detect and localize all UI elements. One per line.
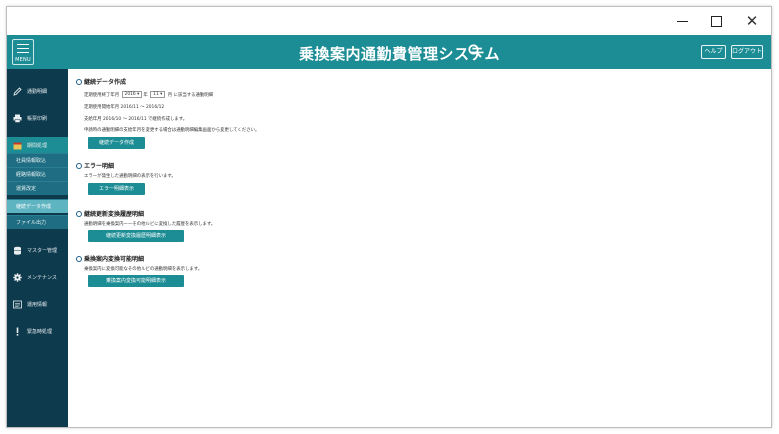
sidebar-item-period-processing[interactable]: 期間処理	[7, 137, 68, 153]
radio-icon	[76, 162, 82, 169]
sidebar-item-operation-info[interactable]: 運用情報	[7, 296, 68, 312]
sidebar-item-label: メンテナンス	[27, 274, 57, 281]
window-titlebar: ✕	[7, 7, 771, 35]
year-suffix: 年	[143, 93, 148, 98]
period-selector-row: 定期使用終了年月 2016 ▾ 年 11 ▾ 月 に該当する通勤明細	[84, 91, 213, 98]
section-heading: エラー明細	[84, 163, 115, 170]
main-content: 継続データ作成 定期使用終了年月 2016 ▾ 年 11 ▾ 月 に該当する通勤明…	[68, 69, 771, 427]
pencil-icon	[13, 86, 22, 96]
convertible-description: 乗換案内に変換可能なその他ルビの通勤明細を表示します。	[84, 267, 203, 272]
sidebar-item-master-management[interactable]: マスター管理	[7, 242, 68, 258]
sidebar-item-maintenance[interactable]: メンテナンス	[7, 269, 68, 285]
radio-icon	[76, 78, 82, 85]
section-title-errors: エラー明細	[76, 161, 114, 170]
search-icon	[468, 44, 482, 58]
show-history-button[interactable]: 継続更新変換履歴明細表示	[88, 230, 184, 242]
sidebar-item-label: マスター管理	[27, 247, 58, 254]
sidebar-item-commute-details[interactable]: 通勤明細	[7, 83, 68, 99]
section-title-convertible: 乗換案内変換可能明細	[76, 254, 144, 263]
sidebar-item-emergency-processing[interactable]: 緊急時処理	[7, 323, 68, 339]
exclamation-icon	[13, 327, 22, 336]
minimize-button[interactable]	[668, 11, 696, 31]
printer-icon	[13, 114, 22, 123]
month-select[interactable]: 11 ▾	[150, 91, 166, 98]
maximize-button[interactable]	[702, 11, 730, 31]
maximize-icon	[710, 15, 722, 27]
month-select-value: 11	[153, 92, 159, 97]
database-icon	[13, 246, 22, 255]
app-window: ✕ MENU 乗換案内通勤費管理システム ヘルプ ログアウト 通勤明細 帳票印刷	[6, 6, 772, 428]
year-select-value: 2016	[124, 92, 136, 97]
sidebar-item-label: 運用情報	[27, 301, 48, 308]
section-heading: 乗換案内変換可能明細	[84, 256, 145, 263]
sidebar-subitem-continuation-data[interactable]: 継続データ作成	[7, 199, 68, 213]
gear-icon	[13, 272, 22, 282]
show-errors-button[interactable]: エラー明細表示	[88, 183, 145, 195]
info-icon	[13, 300, 22, 309]
help-button[interactable]: ヘルプ	[701, 45, 726, 59]
section-title-continuation: 継続データ作成	[76, 77, 126, 86]
usage-start-text: 定期使用開始年月 2016/11 ～ 2016/12	[84, 105, 165, 110]
history-description: 通勤明細を乗換案内ーーその他ルビに変換した履歴を表示します。	[84, 222, 216, 227]
close-icon: ✕	[745, 12, 759, 30]
sidebar-subitem-employee-import[interactable]: 社員情報取込	[7, 153, 68, 167]
hamburger-icon-bar	[17, 44, 29, 45]
logout-button[interactable]: ログアウト	[731, 45, 763, 59]
hamburger-icon-bar	[17, 48, 29, 49]
create-continuation-button[interactable]: 継続データ作成	[88, 137, 145, 149]
sidebar-subitem-file-output[interactable]: ファイル出力	[7, 215, 68, 229]
sidebar-item-label: 通勤明細	[27, 88, 48, 95]
show-convertible-button[interactable]: 乗換案内変換可能明細表示	[88, 275, 184, 287]
hamburger-icon-bar	[17, 52, 29, 53]
section-title-conversion-history: 継続更新変換履歴明細	[76, 209, 144, 218]
section-heading: 継続更新変換履歴明細	[84, 211, 145, 218]
menu-label: MENU	[15, 57, 31, 63]
label-usage-end: 定期使用終了年月	[84, 93, 120, 98]
label-matching-details: 月 に該当する通勤明細	[167, 93, 214, 98]
note-text: 申請時の通勤明細の支給年月を変更する場合は通勤明細編集画面から変更してください。	[84, 128, 260, 133]
section-heading: 継続データ作成	[84, 79, 127, 86]
year-select[interactable]: 2016 ▾	[121, 91, 143, 98]
close-button[interactable]: ✕	[738, 11, 766, 31]
sidebar-item-label: 期間処理	[27, 142, 48, 149]
sidebar-item-label: 帳票印刷	[27, 115, 48, 122]
sidebar-item-report-print[interactable]: 帳票印刷	[7, 110, 68, 126]
radio-icon	[76, 255, 82, 262]
sidebar-subitem-route-import[interactable]: 経路情報取込	[7, 167, 68, 181]
menu-button[interactable]: MENU	[12, 39, 34, 65]
radio-icon	[76, 210, 82, 217]
sidebar-subitem-fare-revision[interactable]: 運賃改定	[7, 181, 68, 195]
payment-month-text: 支給年月 2016/10 ～ 2016/11 で継続作成します。	[84, 117, 188, 122]
calendar-icon	[13, 141, 22, 150]
sidebar: 通勤明細 帳票印刷 期間処理 社員情報取込 経路情報取込 運賃改定 継続データ作…	[7, 69, 68, 427]
error-description: エラーが発生した通勤明細の表示を行います。	[84, 174, 176, 179]
sidebar-item-label: 緊急時処理	[27, 328, 53, 335]
app-header: MENU 乗換案内通勤費管理システム ヘルプ ログアウト	[7, 35, 771, 69]
minimize-icon	[676, 20, 688, 22]
